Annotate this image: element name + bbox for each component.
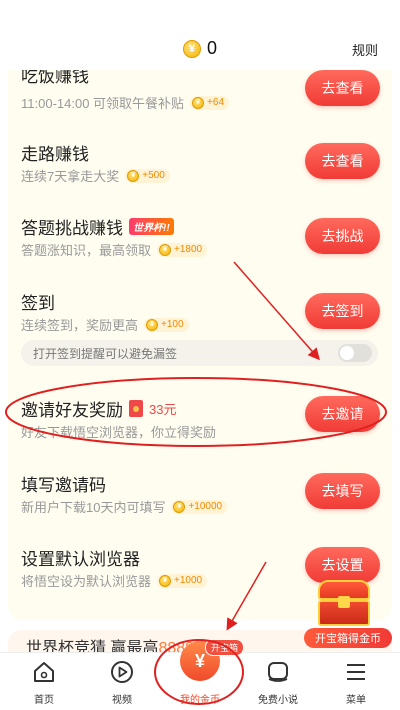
task-desc-text: 11:00-14:00 可领取午餐补贴: [21, 96, 185, 111]
reward-badge: ¥ +500: [125, 168, 170, 183]
view-walk-button[interactable]: 去查看: [305, 143, 380, 179]
reward-badge: ¥ +10000: [171, 499, 228, 514]
task-title: 设置默认浏览器: [21, 550, 140, 569]
reward-badge: ¥ +1800: [157, 242, 208, 257]
reward-badge: ¥ +64: [190, 95, 230, 110]
coin-balance-value: 0: [207, 38, 218, 58]
signin-button[interactable]: 去签到: [305, 293, 380, 329]
task-desc: 答题涨知识，最高领取 ¥ +1800: [21, 240, 208, 259]
task-desc-text: 连续7天拿走大奖: [21, 169, 120, 184]
red-packet-icon: [129, 400, 143, 417]
signin-reminder-toggle[interactable]: [338, 344, 372, 362]
coin-icon: ¥: [159, 574, 172, 587]
set-default-browser-button[interactable]: 去设置: [305, 547, 380, 583]
reward-badge: ¥ +100: [144, 317, 189, 332]
rules-link[interactable]: 规则: [352, 40, 378, 59]
coin-icon: ¥: [146, 318, 159, 331]
menu-icon: [347, 664, 365, 680]
signin-reminder: 打开签到提醒可以避免漏签: [21, 340, 378, 366]
treasure-chest-icon[interactable]: [312, 580, 376, 630]
tab-label: 免费小说: [258, 695, 298, 706]
tab-label: 首页: [34, 695, 54, 706]
tab-label: 视频: [112, 695, 132, 706]
task-desc-text: 新用户下载10天内可填写: [21, 500, 166, 515]
tab-label: 菜单: [346, 695, 366, 706]
reward-value: +1000: [174, 575, 203, 586]
fill-invite-code-button[interactable]: 去填写: [305, 473, 380, 509]
tab-label: 我的金币: [180, 695, 220, 706]
task-desc-text: 将悟空设为默认浏览器: [21, 574, 152, 589]
task-desc: 连续7天拿走大奖 ¥ +500: [21, 166, 170, 185]
coin-icon: ¥: [183, 39, 201, 58]
reward-value: +500: [142, 170, 165, 181]
red-packet-amount: 33元: [149, 402, 177, 417]
signin-reminder-text: 打开签到提醒可以避免漏签: [33, 346, 178, 361]
coin-icon: ¥: [127, 169, 140, 182]
coin-icon: ¥: [173, 500, 186, 513]
quiz-challenge-button[interactable]: 去挑战: [305, 218, 380, 254]
reward-value: +100: [161, 319, 184, 330]
view-lunch-button[interactable]: 去查看: [305, 70, 380, 106]
task-title: 走路赚钱: [21, 145, 89, 164]
chest-lock: [338, 596, 350, 608]
task-desc: 连续签到，奖励更高 ¥ +100: [21, 315, 189, 334]
coin-icon: ¥: [159, 243, 172, 256]
tab-home[interactable]: 首页: [14, 659, 74, 706]
task-title: 邀请好友奖励 33元: [21, 396, 176, 421]
reward-value: +64: [207, 97, 225, 108]
task-title-text: 邀请好友奖励: [21, 401, 123, 420]
reward-badge: ¥ +1000: [157, 573, 208, 588]
open-treasure-badge: 开宝箱: [205, 639, 245, 656]
reward-value: +1800: [174, 244, 203, 255]
task-title-text: 答题挑战赚钱: [21, 219, 123, 238]
world-cup-badge: 世界杯!!: [129, 218, 174, 235]
task-desc-text: 答题涨知识，最高领取: [21, 243, 152, 258]
task-desc: 好友下载悟空浏览器，你立得奖励: [21, 425, 217, 440]
tab-video[interactable]: 视频: [92, 659, 152, 706]
task-title: 答题挑战赚钱 世界杯!!: [21, 214, 174, 239]
top-bar: ¥ 0 规则: [0, 0, 400, 70]
bottom-tab-bar: 首页 视频 我的金币 ¥ 开宝箱 免费小说 菜单: [0, 639, 400, 710]
coin-balance: ¥ 0: [183, 38, 217, 59]
book-icon: [268, 662, 288, 682]
video-icon: [111, 661, 133, 683]
task-desc-text: 连续签到，奖励更高: [21, 318, 139, 333]
tab-menu[interactable]: 菜单: [326, 659, 386, 706]
task-title: 签到: [21, 294, 55, 313]
task-title: 填写邀请码: [21, 476, 106, 495]
coin-icon: ¥: [192, 96, 205, 109]
reward-value: +10000: [188, 501, 223, 512]
tab-free-novels[interactable]: 免费小说: [248, 659, 308, 706]
toggle-knob: [340, 346, 354, 360]
task-desc: 新用户下载10天内可填写 ¥ +10000: [21, 497, 228, 516]
home-icon: [34, 662, 54, 682]
task-desc: 将悟空设为默认浏览器 ¥ +1000: [21, 571, 208, 590]
open-treasure-button[interactable]: 开宝箱得金币: [304, 628, 392, 648]
task-desc: 11:00-14:00 可领取午餐补贴 ¥ +64: [21, 93, 230, 112]
invite-button[interactable]: 去邀请: [305, 396, 380, 432]
